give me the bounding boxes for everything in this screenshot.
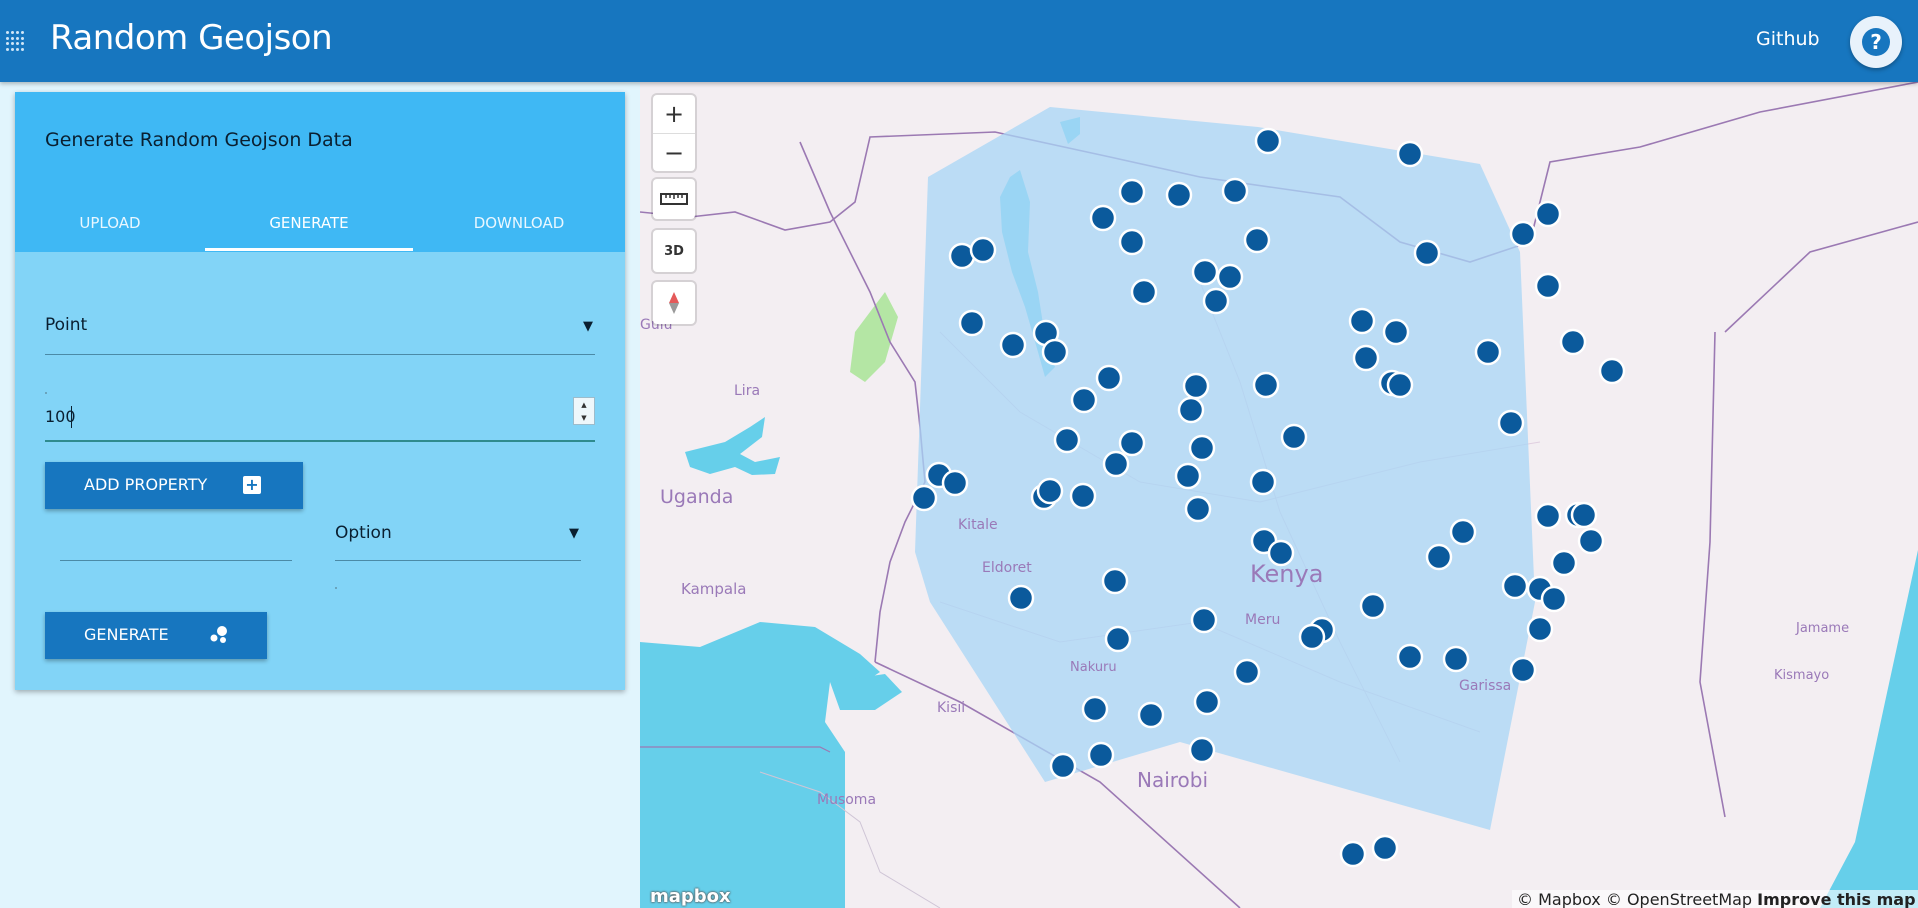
generator-card: Generate Random Geojson Data UPLOAD GENE… bbox=[15, 92, 625, 690]
map-label-meru: Meru bbox=[1245, 612, 1281, 628]
help-button[interactable]: ? bbox=[1850, 16, 1902, 68]
zoom-control: + − bbox=[653, 95, 695, 171]
compass-button[interactable] bbox=[653, 282, 695, 324]
property-type-select[interactable]: Option ▼ bbox=[335, 512, 581, 561]
tab-bar: UPLOAD GENERATE DOWNLOAD bbox=[15, 202, 625, 252]
map-label-kitale: Kitale bbox=[958, 517, 998, 533]
ruler-button[interactable] bbox=[653, 179, 695, 219]
add-property-label: ADD PROPERTY bbox=[84, 475, 208, 494]
zoom-in-button[interactable]: + bbox=[653, 95, 695, 133]
field-marker bbox=[335, 587, 337, 589]
geometry-type-select[interactable]: Point ▼ bbox=[45, 307, 595, 355]
generate-label: GENERATE bbox=[84, 625, 169, 644]
github-link[interactable]: Github bbox=[1756, 28, 1820, 50]
plus-icon: + bbox=[243, 476, 261, 494]
map-label-uganda: Uganda bbox=[660, 486, 734, 508]
mapbox-logo[interactable]: mapbox bbox=[650, 886, 731, 907]
map-label-lira: Lira bbox=[734, 383, 761, 399]
card-title: Generate Random Geojson Data bbox=[45, 129, 353, 151]
compass-icon bbox=[669, 292, 679, 314]
map-label-kisii: Kisii bbox=[937, 700, 966, 716]
stepper-up-icon[interactable]: ▲ bbox=[581, 401, 586, 409]
map-label-musoma: Musoma bbox=[817, 792, 877, 808]
app-title: Random Geojson bbox=[50, 18, 333, 58]
count-input[interactable]: 100 ▲ ▼ bbox=[45, 387, 595, 442]
property-name-input[interactable] bbox=[60, 560, 292, 561]
tab-generate[interactable]: GENERATE bbox=[205, 202, 413, 252]
ruler-icon bbox=[660, 193, 688, 205]
map-label-kampala: Kampala bbox=[681, 580, 747, 598]
chevron-down-icon: ▼ bbox=[583, 319, 593, 334]
chevron-down-icon: ▼ bbox=[569, 526, 579, 541]
rotate-3d-icon: 3D bbox=[664, 243, 684, 259]
zoom-out-button[interactable]: − bbox=[653, 133, 695, 171]
map-attribution: © Mapbox © OpenStreetMap Improve this ma… bbox=[1512, 890, 1918, 908]
property-type-value: Option bbox=[335, 523, 392, 543]
improve-map-link[interactable]: Improve this map bbox=[1757, 890, 1915, 908]
geometry-type-value: Point bbox=[45, 315, 88, 335]
map-label-nakuru: Nakuru bbox=[1070, 660, 1117, 675]
apps-grid-icon[interactable] bbox=[6, 31, 26, 51]
map-label-garissa: Garissa bbox=[1459, 678, 1512, 694]
count-stepper[interactable]: ▲ ▼ bbox=[573, 397, 595, 425]
toggle-3d-button[interactable]: 3D bbox=[653, 230, 695, 272]
text-caret bbox=[71, 406, 72, 428]
map-label-eldoret: Eldoret bbox=[982, 560, 1032, 576]
map-basemap bbox=[640, 82, 1918, 908]
stepper-down-icon[interactable]: ▼ bbox=[581, 414, 586, 422]
map-canvas[interactable]: Lira Gulu Uganda Kampala Kitale Eldoret … bbox=[640, 82, 1918, 908]
scatter-dots-icon bbox=[210, 626, 227, 643]
attribution-mapbox[interactable]: © Mapbox bbox=[1517, 890, 1601, 908]
card-header: Generate Random Geojson Data UPLOAD GENE… bbox=[15, 92, 625, 252]
map-label-nairobi: Nairobi bbox=[1137, 768, 1209, 792]
map-label-jamame: Jamame bbox=[1796, 621, 1850, 636]
attribution-osm[interactable]: © OpenStreetMap bbox=[1606, 890, 1752, 908]
tab-upload[interactable]: UPLOAD bbox=[15, 202, 205, 252]
generate-button[interactable]: GENERATE bbox=[45, 612, 267, 659]
map-label-kismayo: Kismayo bbox=[1774, 668, 1830, 683]
add-property-button[interactable]: ADD PROPERTY + bbox=[45, 462, 303, 509]
tab-download[interactable]: DOWNLOAD bbox=[413, 202, 625, 252]
app-header: Random Geojson Github ? bbox=[0, 0, 1918, 82]
help-icon: ? bbox=[1862, 28, 1890, 56]
map-label-kenya: Kenya bbox=[1250, 560, 1324, 588]
sidebar: Generate Random Geojson Data UPLOAD GENE… bbox=[0, 82, 640, 908]
active-tab-indicator bbox=[205, 248, 413, 251]
